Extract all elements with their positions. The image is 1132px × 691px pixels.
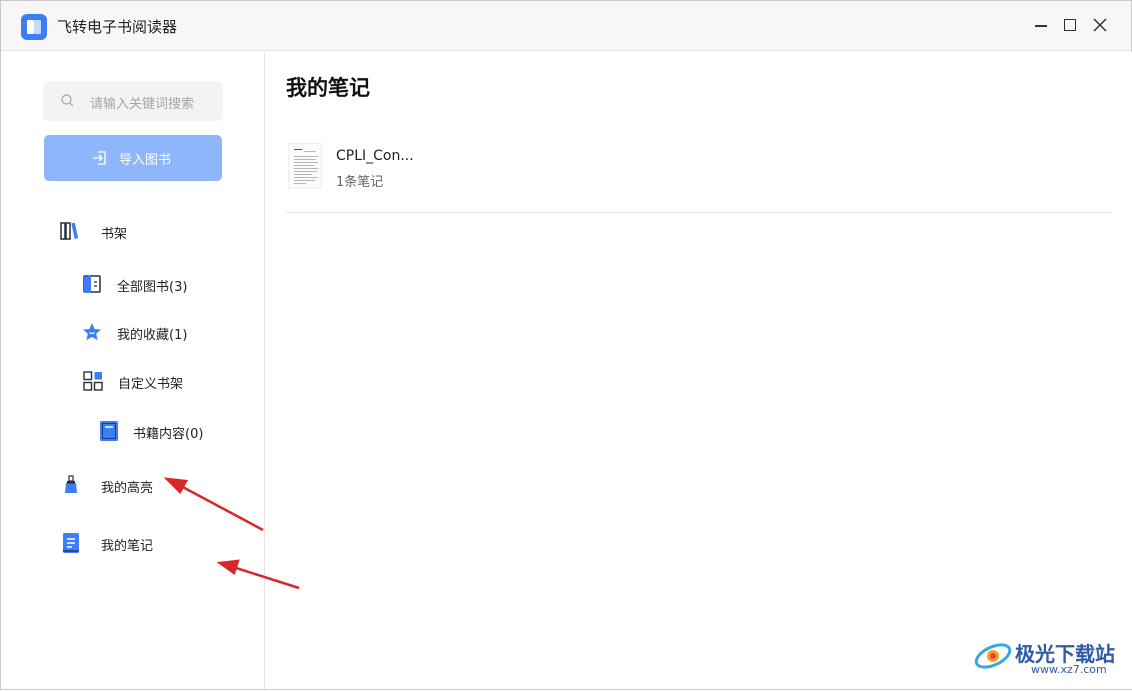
- book-name: CPLI_Con...: [336, 148, 414, 164]
- import-book-button[interactable]: 导入图书: [44, 135, 222, 181]
- app-logo-icon: [21, 14, 47, 40]
- sidebar-item-highlights[interactable]: 我的高亮: [57, 470, 237, 500]
- sidebar: 请输入关键词搜索 导入图书 书架 全部图书(3) 我的收藏(1) 自定义书架 书…: [1, 52, 265, 689]
- note-count: 1条笔记: [336, 175, 384, 190]
- import-icon: [93, 151, 106, 165]
- bookshelf-icon: [60, 222, 79, 240]
- search-icon: [61, 94, 74, 107]
- app-window: 飞转电子书阅读器 请输入关键词搜索 导入图书 书架 全部图书(3) 我的收藏(1…: [0, 0, 1132, 690]
- sidebar-item-custom-shelf[interactable]: 自定义书架: [81, 366, 241, 396]
- watermark-logo: 极光下载站 www.xz7.com: [971, 636, 1126, 676]
- close-button[interactable]: [1090, 15, 1110, 35]
- sidebar-item-label: 书架: [101, 227, 128, 242]
- watermark-swirl-icon: [974, 643, 1012, 669]
- watermark-url: www.xz7.com: [1031, 663, 1107, 676]
- star-icon: [83, 323, 101, 341]
- grid-icon: [83, 371, 103, 391]
- notebook-icon: [100, 421, 118, 441]
- sidebar-item-all-books[interactable]: 全部图书(3): [81, 269, 241, 299]
- import-book-label: 导入图书: [119, 153, 172, 168]
- search-input[interactable]: 请输入关键词搜索: [43, 81, 223, 121]
- maximize-button[interactable]: [1060, 15, 1080, 35]
- title-bar[interactable]: 飞转电子书阅读器: [1, 1, 1131, 51]
- close-icon: [1093, 18, 1107, 32]
- main-content: 我的笔记 CPLI_Con... 1条笔记: [266, 52, 1132, 689]
- highlighter-icon: [65, 475, 77, 493]
- minimize-button[interactable]: [1031, 15, 1051, 35]
- sidebar-item-label: 我的笔记: [101, 539, 154, 554]
- sidebar-item-book-content[interactable]: 书籍内容(0): [97, 416, 247, 446]
- note-icon: [63, 533, 79, 553]
- sidebar-item-label: 书籍内容(0): [133, 427, 204, 442]
- sidebar-item-label: 全部图书(3): [117, 280, 188, 295]
- sidebar-item-bookshelf[interactable]: 书架: [57, 216, 237, 246]
- sidebar-item-label: 我的高亮: [101, 481, 154, 496]
- sidebar-item-label: 自定义书架: [118, 377, 184, 392]
- search-placeholder: 请输入关键词搜索: [90, 97, 195, 112]
- sidebar-item-label: 我的收藏(1): [117, 328, 188, 343]
- page-title: 我的笔记: [286, 76, 370, 100]
- book-icon: [83, 275, 101, 293]
- note-list-item[interactable]: CPLI_Con... 1条笔记: [286, 138, 1112, 213]
- sidebar-item-favorites[interactable]: 我的收藏(1): [81, 317, 241, 347]
- app-title: 飞转电子书阅读器: [57, 18, 178, 36]
- book-thumbnail: [288, 143, 322, 189]
- sidebar-item-notes[interactable]: 我的笔记: [57, 528, 237, 558]
